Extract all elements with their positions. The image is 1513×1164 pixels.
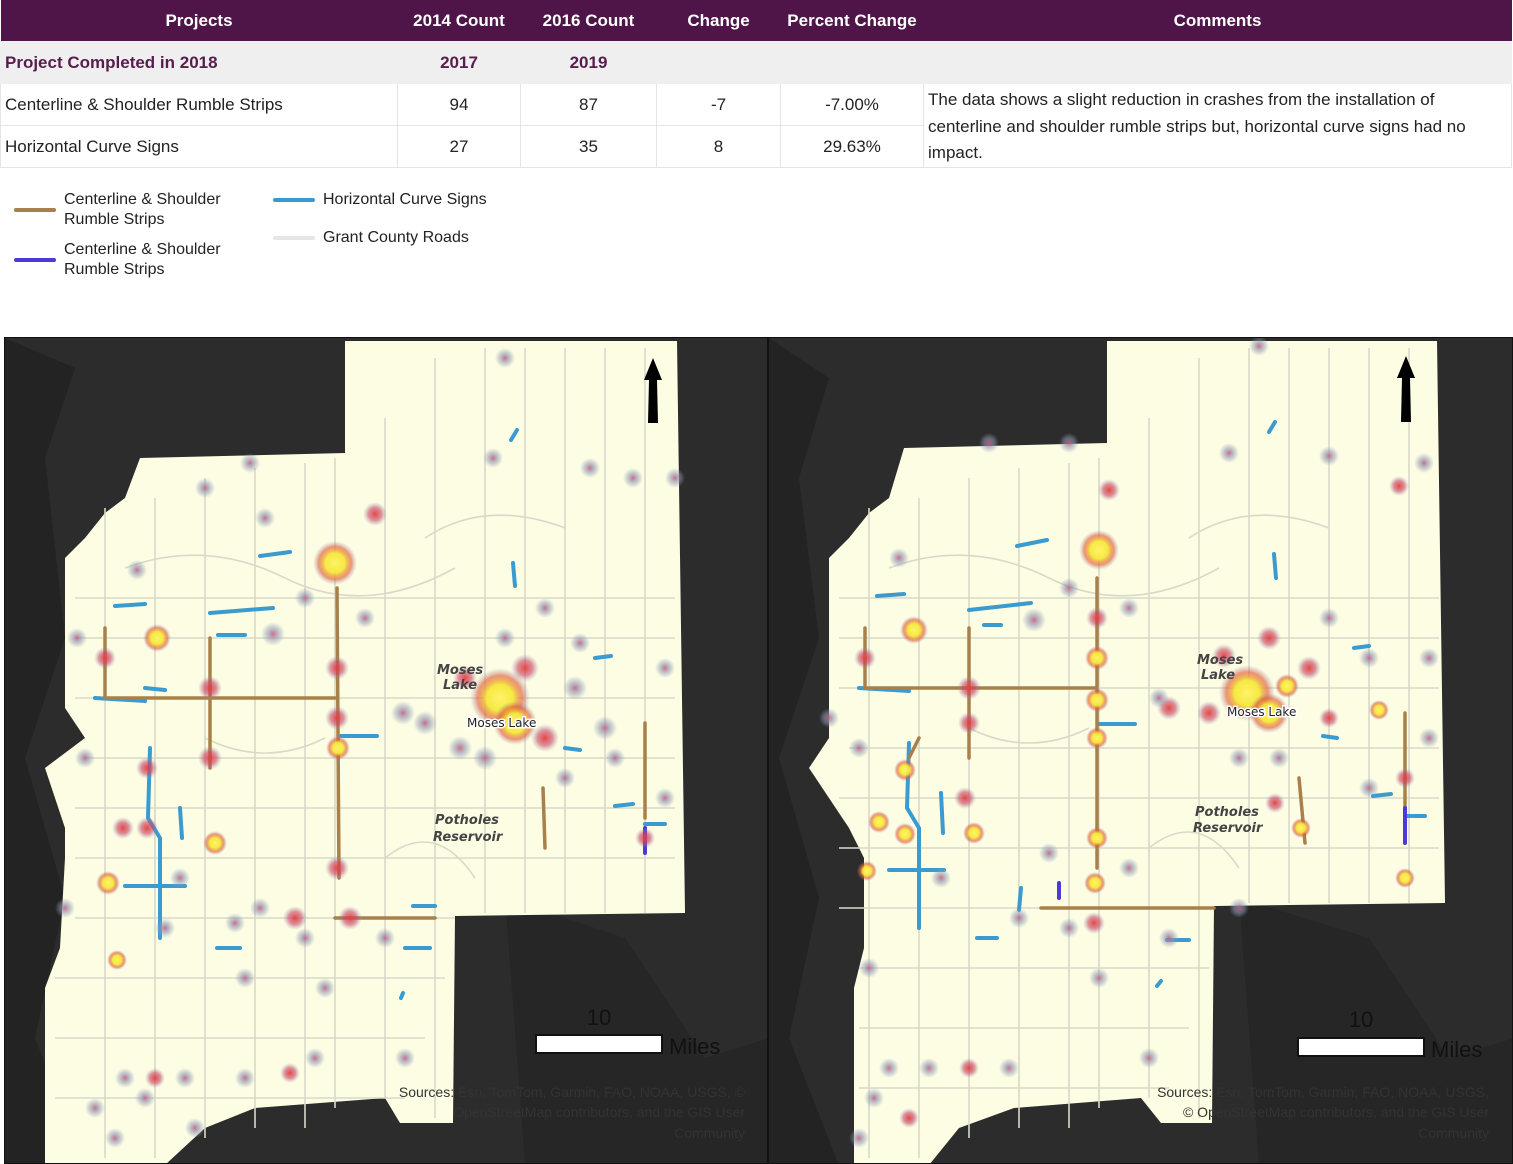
legend-label: Horizontal Curve Signs xyxy=(323,191,487,208)
legend-item-rumble-strips-alt: Centerline & Shoulder Rumble Strips xyxy=(14,240,221,280)
row-count-b: 87 xyxy=(520,83,657,126)
header-change: Change xyxy=(656,0,781,42)
reservoir-label: Potholes xyxy=(435,813,499,828)
crash-map-2019: Moses Lake Moses Lake Potholes Reservoir… xyxy=(768,337,1513,1164)
city-label: Moses xyxy=(1197,653,1243,668)
row-count-a: 27 xyxy=(397,125,521,168)
reservoir-label: Reservoir xyxy=(433,830,504,845)
group-label: Project Completed in 2018 xyxy=(0,41,398,84)
header-comments: Comments xyxy=(923,0,1512,42)
legend-item-county-roads: Grant County Roads xyxy=(273,228,469,248)
scale-unit: Miles xyxy=(1431,1037,1482,1062)
attribution-line: Sources: Esri, TomTom, Garmin, FAO, NOAA… xyxy=(1157,1084,1489,1100)
place-label: Moses Lake xyxy=(467,716,536,730)
header-count-b: 2016 Count xyxy=(520,0,657,42)
legend-item-curve-signs: Horizontal Curve Signs xyxy=(273,190,487,210)
crash-map-2017: Moses Lake Moses Lake Potholes Reservoir… xyxy=(4,337,768,1164)
header-percent-change: Percent Change xyxy=(780,0,924,42)
legend-item-rumble-strips: Centerline & Shoulder Rumble Strips xyxy=(14,190,221,230)
legend-label: Grant County Roads xyxy=(323,229,469,246)
row-change: 8 xyxy=(656,125,781,168)
scale-value: 10 xyxy=(1349,1007,1373,1032)
group-empty-change xyxy=(656,41,781,84)
table-header-row: Projects 2014 Count 2016 Count Change Pe… xyxy=(0,0,1512,42)
city-label: Lake xyxy=(443,678,477,693)
group-row: Project Completed in 2018 2017 2019 xyxy=(0,41,1512,84)
table-row: Centerline & Shoulder Rumble Strips 94 8… xyxy=(0,83,1512,168)
city-label: Moses xyxy=(437,663,483,678)
place-label: Moses Lake xyxy=(1227,705,1296,719)
row-pct: 29.63% xyxy=(780,125,924,168)
attribution-line: Sources: Esri, TomTom, Garmin, FAO, NOAA… xyxy=(399,1084,746,1100)
city-label: Lake xyxy=(1201,668,1235,683)
attribution-line: © OpenStreetMap contributors, and the GI… xyxy=(1183,1104,1489,1120)
legend-label: Centerline & Shoulder Rumble Strips xyxy=(64,191,221,228)
row-project: Horizontal Curve Signs xyxy=(0,125,398,168)
attribution-line: Community xyxy=(1418,1125,1489,1141)
group-year-b: 2019 xyxy=(520,41,657,84)
reservoir-label: Potholes xyxy=(1195,805,1259,820)
header-count-a: 2014 Count xyxy=(397,0,521,42)
crash-summary-table: Projects 2014 Count 2016 Count Change Pe… xyxy=(0,0,1512,168)
row-change: -7 xyxy=(656,83,781,126)
map-canvas: Moses Lake Moses Lake Potholes Reservoir… xyxy=(769,338,1512,1163)
scale-value: 10 xyxy=(587,1005,611,1030)
row-count-a: 94 xyxy=(397,83,521,126)
map-canvas: Moses Lake Moses Lake Potholes Reservoir… xyxy=(5,338,767,1163)
reservoir-label: Reservoir xyxy=(1193,821,1264,836)
scale-unit: Miles xyxy=(669,1034,720,1059)
group-year-a: 2017 xyxy=(397,41,521,84)
header-projects: Projects xyxy=(0,0,398,42)
attribution-line: OpenStreetMap contributors, and the GIS … xyxy=(453,1104,745,1120)
row-project: Centerline & Shoulder Rumble Strips xyxy=(0,83,398,126)
legend-swatch-rumble xyxy=(14,208,56,212)
row-count-b: 35 xyxy=(520,125,657,168)
legend-swatch-roads xyxy=(273,236,315,240)
group-empty-pct xyxy=(780,41,924,84)
attribution-line: Community xyxy=(674,1125,745,1141)
row-pct: -7.00% xyxy=(780,83,924,126)
legend-swatch-curve-signs xyxy=(273,198,315,202)
legend-swatch-rumble-alt xyxy=(14,258,56,262)
comment-cell: The data shows a slight reduction in cra… xyxy=(923,83,1512,168)
legend-label: Centerline & Shoulder Rumble Strips xyxy=(64,241,221,278)
group-empty-comment xyxy=(923,41,1512,84)
map-legend: Centerline & Shoulder Rumble Strips Cent… xyxy=(0,170,700,330)
